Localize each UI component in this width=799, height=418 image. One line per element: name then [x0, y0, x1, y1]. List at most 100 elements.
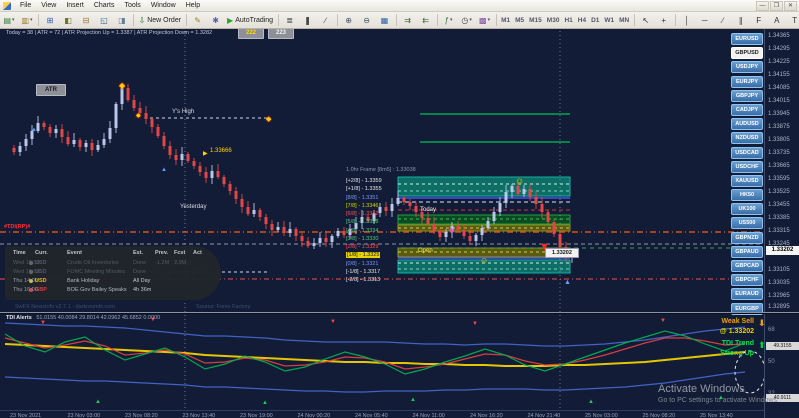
- news-cell: USD: [35, 278, 47, 284]
- timeframe-m5[interactable]: M5: [513, 17, 527, 24]
- chart-candles-button[interactable]: ❚: [299, 13, 316, 28]
- news-column-header: Fcst: [174, 250, 186, 256]
- templates-button[interactable]: ▩ ▾: [476, 13, 493, 28]
- timeframe-mn[interactable]: MN: [617, 17, 632, 24]
- symbol-button-us500[interactable]: US500: [731, 217, 763, 230]
- price-label: 1.33665: [768, 163, 790, 169]
- horizontal-line-button[interactable]: ─: [696, 13, 713, 28]
- current-price-box: 1.33202: [766, 246, 799, 255]
- menu-charts[interactable]: Charts: [89, 2, 120, 9]
- symbol-button-gbpnzd[interactable]: GBPNZD: [731, 231, 763, 244]
- market-watch-icon: ⊞: [46, 15, 54, 25]
- menu-insert[interactable]: Insert: [61, 2, 89, 9]
- strategy-tester-button[interactable]: ◨: [114, 13, 131, 28]
- news-cell: Crude Oil Inventories: [67, 260, 119, 266]
- price-label: 1.33105: [768, 267, 790, 273]
- main-chart-canvas[interactable]: [0, 27, 765, 418]
- new-order-icon: ⇩: [138, 15, 146, 25]
- symbol-button-usdjpy[interactable]: USDJPY: [731, 61, 763, 74]
- atr-level-value: 1.33666: [210, 148, 232, 154]
- cursor-button[interactable]: ↖: [637, 13, 654, 28]
- news-column-header: Curr.: [35, 250, 48, 256]
- chart-line-button[interactable]: ∕: [317, 13, 334, 28]
- zone-button-223[interactable]: 223: [268, 28, 294, 39]
- buy-arrow-icon: ▲: [31, 127, 37, 133]
- symbol-button-usdcad[interactable]: USDCAD: [731, 146, 763, 159]
- expert-advisors-button[interactable]: ✱: [207, 13, 224, 28]
- timeframe-m15[interactable]: M15: [527, 17, 545, 24]
- menu-tools[interactable]: Tools: [119, 2, 145, 9]
- toolbar-divider: [133, 14, 134, 26]
- buy-arrow-icon: ▲: [564, 279, 571, 286]
- indicators-icon: ƒ: [444, 15, 450, 25]
- menu-help[interactable]: Help: [181, 2, 205, 9]
- data-window-button[interactable]: ◧: [60, 13, 77, 28]
- close-icon[interactable]: ✕: [784, 0, 797, 11]
- periods-button[interactable]: ◷ ▾: [458, 13, 475, 28]
- text-label-button[interactable]: T: [786, 13, 799, 28]
- navigator-button[interactable]: ⊟: [78, 13, 95, 28]
- symbol-button-gbpaud[interactable]: GBPAUD: [731, 245, 763, 258]
- equidistant-channel-button[interactable]: ∥: [732, 13, 749, 28]
- timeframe-d1[interactable]: D1: [589, 17, 602, 24]
- terminal-button[interactable]: ◱: [96, 13, 113, 28]
- timeframe-m1[interactable]: M1: [499, 17, 513, 24]
- market-watch-button[interactable]: ⊞: [42, 13, 59, 28]
- zone-button-222[interactable]: 222: [238, 28, 264, 39]
- menu-view[interactable]: View: [36, 2, 61, 9]
- indicators-button[interactable]: ƒ ▾: [440, 13, 457, 28]
- price-axis[interactable]: 1.34365 1.34295 1.34225 1.34155 1.34085 1.340…: [764, 27, 799, 418]
- auto-scroll-button[interactable]: ⇉: [399, 13, 416, 28]
- symbol-button-gbpjpy[interactable]: GBPJPY: [731, 89, 763, 102]
- fibonacci-button[interactable]: F: [750, 13, 767, 28]
- symbol-button-gbpusd[interactable]: GBPUSD: [731, 47, 763, 60]
- symbol-button-cadjpy[interactable]: CADJPY: [731, 103, 763, 116]
- metaeditor-button[interactable]: ✎: [189, 13, 206, 28]
- new-chart-button[interactable]: ▤ ▾: [1, 13, 18, 28]
- chevron-down-icon: ▾: [450, 17, 453, 23]
- time-axis[interactable]: 23 Nov 2021 23 Nov 03:00 23 Nov 08:20 23 No…: [0, 410, 764, 418]
- terminal-icon: ◱: [100, 15, 108, 25]
- timeframe-w1[interactable]: W1: [602, 17, 617, 24]
- atr-button[interactable]: ATR: [36, 84, 66, 96]
- symbol-button-gbpcad[interactable]: GBPCAD: [731, 260, 763, 272]
- trendline-button[interactable]: ∕: [714, 13, 731, 28]
- zoom-in-button[interactable]: ⊕: [340, 13, 357, 28]
- zoom-out-button[interactable]: ⊖: [358, 13, 375, 28]
- price-label: 1.33595: [768, 176, 790, 182]
- app-logo-icon: [3, 2, 11, 10]
- profiles-button[interactable]: ▥ ▾: [19, 13, 36, 28]
- symbol-button-audusd[interactable]: AUDUSD: [731, 118, 763, 131]
- symbol-button-uk100[interactable]: UK100: [731, 203, 763, 216]
- symbol-button-gbpchf[interactable]: GBPCHF: [731, 274, 763, 287]
- expert-advisors-icon: ✱: [212, 15, 219, 25]
- restore-icon[interactable]: ❐: [770, 0, 783, 11]
- menu-file[interactable]: File: [15, 2, 36, 9]
- symbol-button-eurusd[interactable]: EURUSD: [731, 33, 763, 45]
- symbol-button-euraud[interactable]: EURAUD: [731, 288, 763, 301]
- tile-windows-button[interactable]: ▦: [376, 13, 393, 28]
- text-button[interactable]: A: [768, 13, 785, 28]
- price-label: 1.32965: [768, 293, 790, 299]
- timeframe-h4[interactable]: H4: [575, 17, 588, 24]
- minimize-icon[interactable]: —: [756, 0, 769, 11]
- symbol-button-eurjpy[interactable]: EURJPY: [731, 75, 763, 88]
- crosshair-button[interactable]: +: [655, 13, 672, 28]
- symbol-button-nzdusd[interactable]: NZDUSD: [731, 132, 763, 145]
- chart-shift-button[interactable]: ⇇: [417, 13, 434, 28]
- smiley-marker-icon: ☺: [515, 176, 525, 186]
- timeframe-m30[interactable]: M30: [544, 17, 562, 24]
- menu-window[interactable]: Window: [146, 2, 181, 9]
- tdi-trend-direction: Strong Up: [720, 350, 754, 357]
- symbol-button-hk50[interactable]: HK50: [731, 189, 763, 202]
- autotrading-button[interactable]: ▶ AutoTrading: [225, 13, 275, 28]
- chart-bars-button[interactable]: ≣: [281, 13, 298, 28]
- news-cell: Done: [133, 260, 147, 266]
- symbol-button-xauusd[interactable]: XAUUSD: [731, 174, 763, 187]
- timeframe-h1[interactable]: H1: [562, 17, 575, 24]
- vertical-line-button[interactable]: │: [678, 13, 695, 28]
- murrey-frame-header: 1.0hr Frame [8m5] : 1.33038: [346, 167, 416, 173]
- new-order-button[interactable]: ⇩ New Order: [137, 13, 184, 28]
- symbol-button-usdchf[interactable]: USDCHF: [731, 160, 763, 173]
- price-label: 1.33455: [768, 202, 790, 208]
